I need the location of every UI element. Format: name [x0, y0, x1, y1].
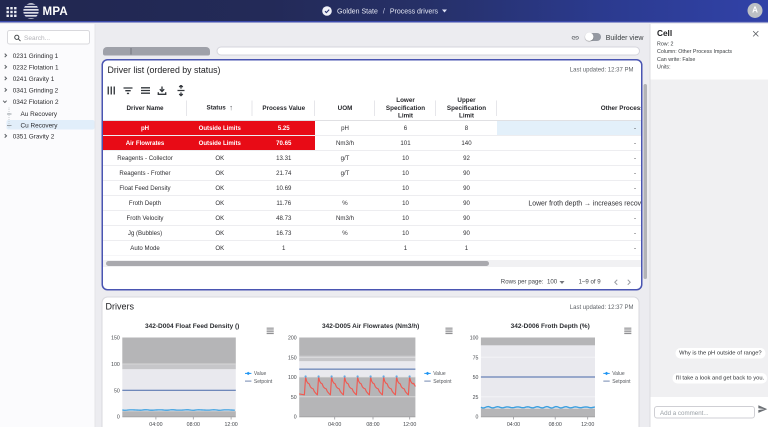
svg-text:342-D004 Float Feed Density (): 342-D004 Float Feed Density ()	[145, 323, 239, 330]
svg-text:50: 50	[291, 395, 297, 401]
svg-text:Setpoint: Setpoint	[433, 379, 452, 385]
svg-text:100: 100	[288, 375, 297, 381]
svg-text:08:00: 08:00	[366, 422, 379, 427]
svg-text:150: 150	[111, 336, 120, 342]
svg-text:342-D006 Froth Depth (%): 342-D006 Froth Depth (%)	[511, 323, 590, 330]
svg-text:200: 200	[288, 336, 297, 342]
svg-text:04:00: 04:00	[507, 422, 520, 427]
svg-text:0: 0	[294, 415, 297, 421]
svg-text:Value: Value	[612, 371, 625, 377]
svg-text:08:00: 08:00	[187, 422, 200, 427]
svg-text:100: 100	[111, 362, 120, 368]
svg-text:12:00: 12:00	[403, 422, 416, 427]
svg-text:08:00: 08:00	[549, 422, 562, 427]
svg-text:Setpoint: Setpoint	[612, 379, 631, 385]
svg-text:342-D005 Air Flowrates (Nm3/h): 342-D005 Air Flowrates (Nm3/h)	[322, 323, 419, 330]
svg-text:0: 0	[117, 415, 120, 421]
svg-text:12:00: 12:00	[581, 422, 594, 427]
svg-text:Value: Value	[433, 371, 446, 377]
svg-text:50: 50	[114, 388, 120, 394]
svg-text:100: 100	[470, 336, 479, 342]
svg-text:0: 0	[476, 415, 479, 421]
svg-text:75: 75	[473, 355, 479, 361]
svg-text:12:00: 12:00	[224, 422, 237, 427]
svg-text:Value: Value	[254, 371, 267, 377]
svg-text:Setpoint: Setpoint	[254, 379, 273, 385]
svg-text:04:00: 04:00	[328, 422, 341, 427]
svg-text:50: 50	[473, 375, 479, 381]
svg-text:150: 150	[288, 355, 297, 361]
svg-text:04:00: 04:00	[149, 422, 162, 427]
svg-text:25: 25	[473, 395, 479, 401]
